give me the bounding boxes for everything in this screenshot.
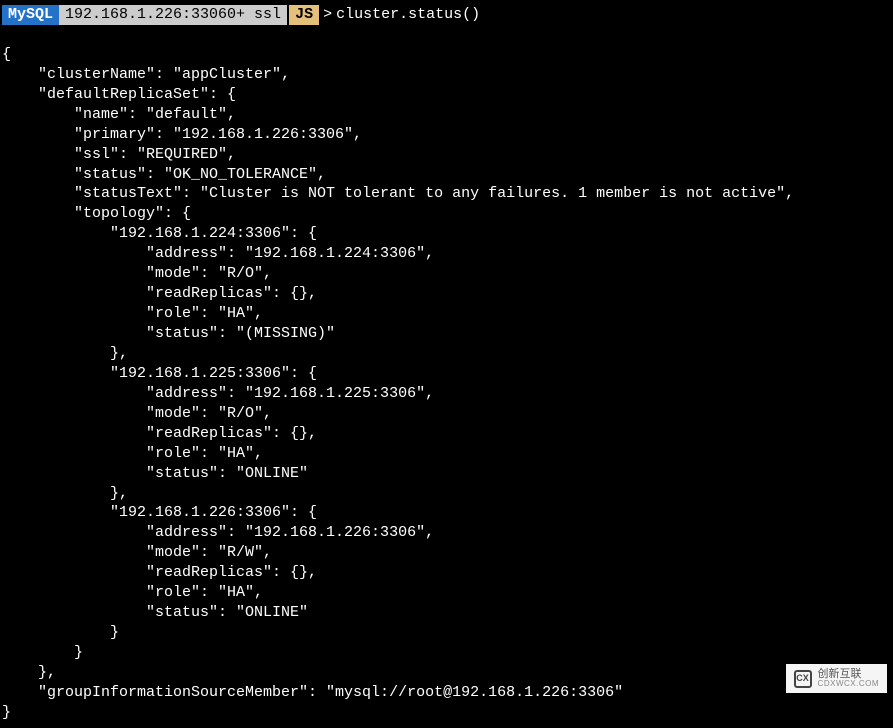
watermark-sub: CDXWCX.COM: [818, 680, 879, 689]
ssl-line: "ssl": "REQUIRED",: [2, 146, 236, 163]
node3-replicas: "readReplicas": {},: [2, 564, 317, 581]
json-output: { "clusterName": "appCluster", "defaultR…: [0, 25, 893, 723]
node3-key: "192.168.1.226:3306": {: [2, 504, 317, 521]
topology-open: "topology": {: [2, 205, 191, 222]
default-replica-open: "defaultReplicaSet": {: [2, 86, 236, 103]
node3-close: }: [2, 624, 119, 641]
node1-role: "role": "HA",: [2, 305, 263, 322]
command-input[interactable]: cluster.status(): [336, 5, 480, 25]
node2-role: "role": "HA",: [2, 445, 263, 462]
node1-close: },: [2, 345, 128, 362]
node2-close: },: [2, 485, 128, 502]
brace-close: }: [2, 704, 11, 721]
prompt-line[interactable]: MySQL 192.168.1.226:33060+ ssl JS > clus…: [0, 5, 893, 25]
node2-address: "address": "192.168.1.225:3306",: [2, 385, 434, 402]
mysql-badge: MySQL: [2, 5, 59, 25]
default-replica-close: },: [2, 664, 56, 681]
node1-replicas: "readReplicas": {},: [2, 285, 317, 302]
node3-mode: "mode": "R/W",: [2, 544, 272, 561]
topology-close: }: [2, 644, 83, 661]
watermark: CX 创新互联 CDXWCX.COM: [786, 664, 887, 693]
node3-status: "status": "ONLINE": [2, 604, 308, 621]
node2-status: "status": "ONLINE": [2, 465, 308, 482]
node1-address: "address": "192.168.1.224:3306",: [2, 245, 434, 262]
status-text-line: "statusText": "Cluster is NOT tolerant t…: [2, 185, 794, 202]
node1-status: "status": "(MISSING)": [2, 325, 335, 342]
node3-address: "address": "192.168.1.226:3306",: [2, 524, 434, 541]
node2-key: "192.168.1.225:3306": {: [2, 365, 317, 382]
js-badge: JS: [289, 5, 319, 25]
name-line: "name": "default",: [2, 106, 236, 123]
watermark-logo-icon: CX: [794, 670, 812, 688]
primary-line: "primary": "192.168.1.226:3306",: [2, 126, 362, 143]
cluster-name-line: "clusterName": "appCluster",: [2, 66, 290, 83]
group-info-line: "groupInformationSourceMember": "mysql:/…: [2, 684, 623, 701]
terminal-window: MySQL 192.168.1.226:33060+ ssl JS > clus…: [0, 0, 893, 728]
prompt-arrow: >: [319, 5, 336, 25]
watermark-text: 创新互联 CDXWCX.COM: [818, 668, 879, 689]
node1-key: "192.168.1.224:3306": {: [2, 225, 317, 242]
node2-mode: "mode": "R/O",: [2, 405, 272, 422]
host-info: 192.168.1.226:33060+ ssl: [59, 5, 287, 25]
node2-replicas: "readReplicas": {},: [2, 425, 317, 442]
node1-mode: "mode": "R/O",: [2, 265, 272, 282]
brace-open: {: [2, 46, 11, 63]
status-line: "status": "OK_NO_TOLERANCE",: [2, 166, 326, 183]
node3-role: "role": "HA",: [2, 584, 263, 601]
